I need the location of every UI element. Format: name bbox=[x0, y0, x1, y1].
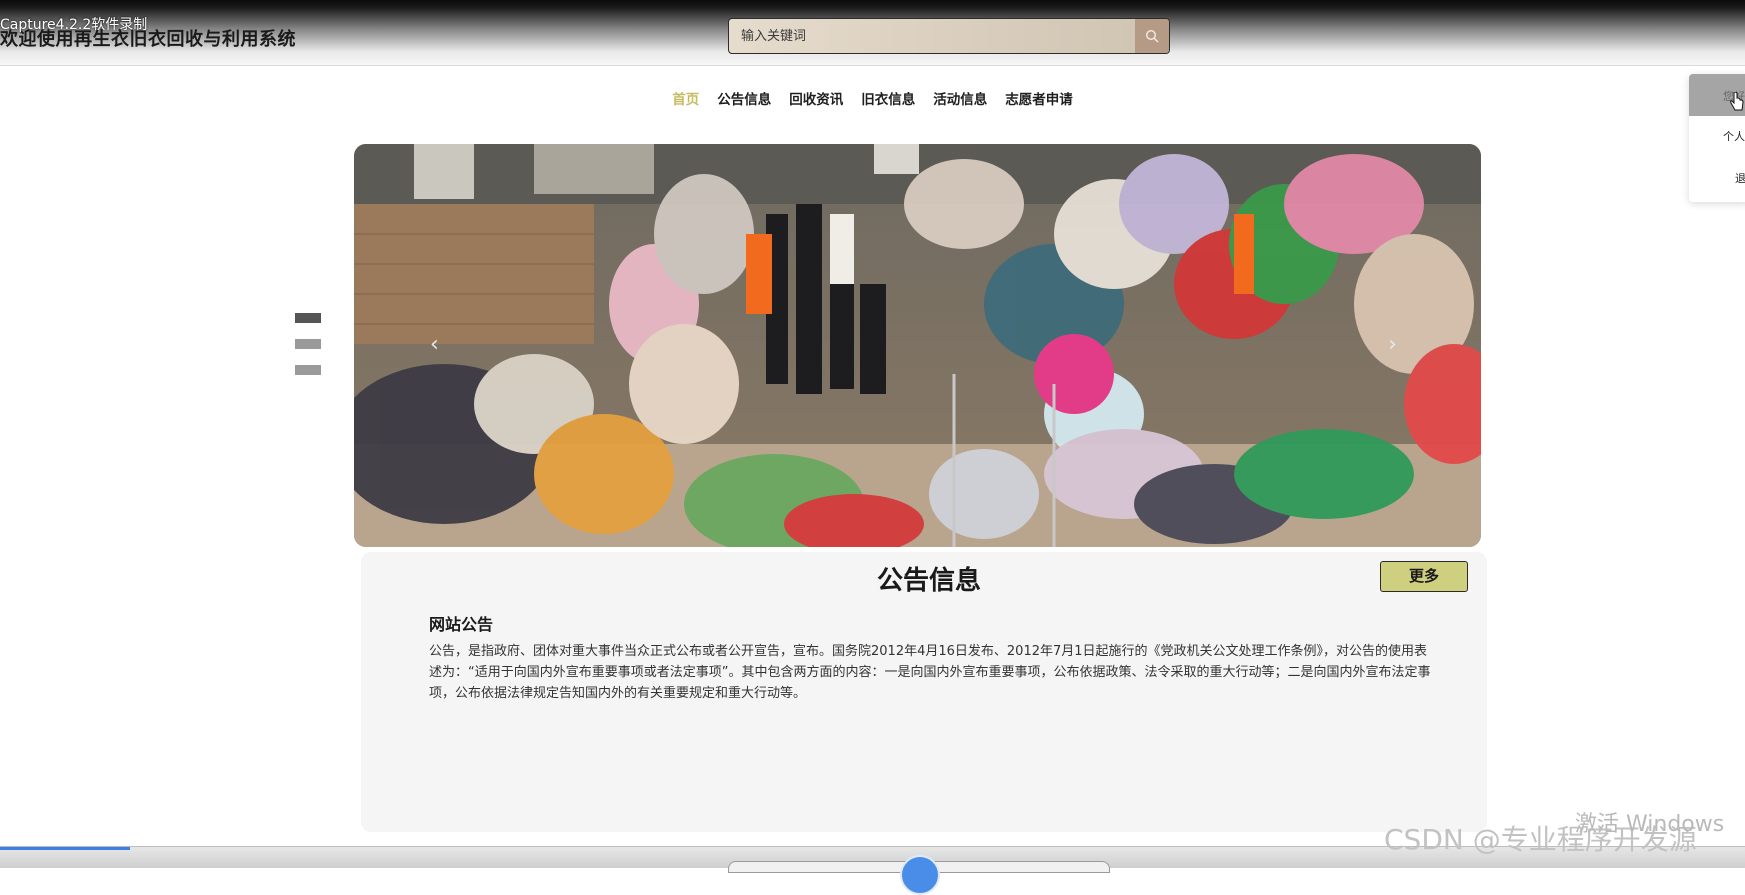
hand-cursor-icon bbox=[1730, 92, 1744, 111]
more-button[interactable]: 更多 bbox=[1380, 561, 1468, 592]
notice-item-title[interactable]: 网站公告 bbox=[429, 611, 493, 635]
nav-announcements[interactable]: 公告信息 bbox=[717, 88, 771, 108]
recycled-clothes-warehouse-photo bbox=[354, 144, 1481, 547]
search-button[interactable] bbox=[1135, 19, 1169, 53]
search-icon bbox=[1145, 29, 1159, 43]
carousel-indicators bbox=[295, 313, 321, 391]
nav-home[interactable]: 首页 bbox=[672, 88, 699, 108]
notice-item-body: 公告，是指政府、团体对重大事件当众正式公布或者公开宣告，宣布。国务院2012年4… bbox=[429, 644, 1431, 701]
main-nav: 首页 公告信息 回收资讯 旧衣信息 活动信息 志愿者申请 bbox=[0, 88, 1745, 108]
nav-volunteer[interactable]: 志愿者申请 bbox=[1005, 88, 1073, 108]
carousel-dot[interactable] bbox=[295, 313, 321, 323]
carousel-next-chevron-icon[interactable]: › bbox=[1388, 332, 1397, 357]
carousel-dot[interactable] bbox=[295, 339, 321, 349]
nav-recycle-news[interactable]: 回收资讯 bbox=[789, 88, 843, 108]
record-button[interactable] bbox=[900, 855, 940, 895]
capture-watermark: Capture4.2.2软件录制 bbox=[0, 17, 148, 33]
search-bar bbox=[728, 18, 1170, 54]
carousel-dot[interactable] bbox=[295, 365, 321, 375]
notice-section-title: 公告信息 bbox=[876, 566, 981, 596]
progress-strip bbox=[0, 847, 130, 850]
menu-item-profile[interactable]: 个人 bbox=[1689, 116, 1745, 158]
search-input[interactable] bbox=[729, 19, 1133, 53]
top-header: 欢迎使用再生衣旧衣回收与利用系统 Capture4.2.2软件录制 bbox=[0, 0, 1745, 66]
menu-item-logout[interactable]: 退 bbox=[1689, 158, 1745, 200]
windows-activation-watermark: 激活 Windows bbox=[1575, 812, 1725, 837]
nav-old-clothes[interactable]: 旧衣信息 bbox=[861, 88, 915, 108]
nav-activities[interactable]: 活动信息 bbox=[933, 88, 987, 108]
carousel-image bbox=[354, 144, 1481, 547]
carousel-prev-chevron-icon[interactable]: ‹ bbox=[430, 332, 439, 357]
